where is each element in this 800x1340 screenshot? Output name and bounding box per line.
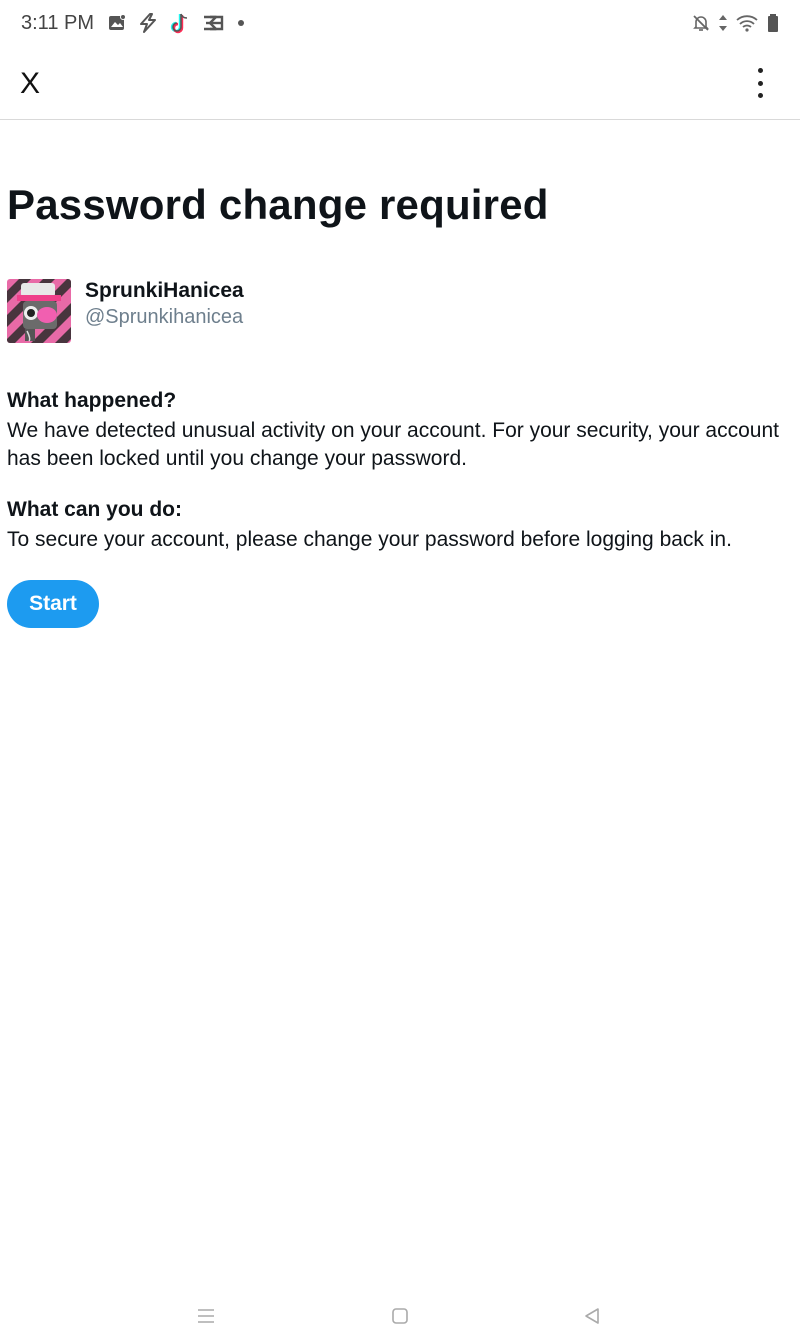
screen: 3:11 PM X Password change required Sprun… <box>0 0 800 1340</box>
capcut-icon <box>202 14 224 32</box>
data-arrows-icon <box>718 14 728 32</box>
page-title: Password change required <box>7 181 549 228</box>
what-to-do-heading: What can you do: <box>7 498 182 521</box>
what-happened-body: We have detected unusual activity on you… <box>7 419 779 470</box>
back-icon[interactable] <box>580 1304 604 1328</box>
what-to-do-section: What can you do: To secure your account,… <box>7 496 793 554</box>
battery-icon <box>766 13 780 33</box>
wifi-icon <box>736 14 758 32</box>
dot-icon <box>236 18 246 28</box>
flash-app-icon <box>138 13 158 33</box>
status-left: 3:11 PM <box>21 12 246 35</box>
account-text: SprunkiHanicea @Sprunkihanicea <box>85 279 244 331</box>
display-name: SprunkiHanicea <box>85 279 244 302</box>
system-nav-bar <box>0 1290 800 1340</box>
what-happened-heading: What happened? <box>7 389 177 412</box>
account-card: SprunkiHanicea @Sprunkihanicea <box>7 279 244 343</box>
account-handle: @Sprunkihanicea <box>85 306 244 328</box>
close-button[interactable]: X <box>20 66 46 102</box>
status-right <box>692 13 780 33</box>
tiktok-icon <box>170 12 190 34</box>
menu-dot <box>757 80 763 86</box>
recents-icon[interactable] <box>194 1304 218 1328</box>
menu-dot <box>757 68 763 73</box>
what-to-do-body: To secure your account, please change yo… <box>7 528 732 551</box>
more-options-icon[interactable] <box>750 68 770 98</box>
top-app-bar: X <box>0 46 800 120</box>
start-button[interactable]: Start <box>7 580 99 628</box>
status-time: 3:11 PM <box>21 11 94 34</box>
home-icon[interactable] <box>388 1304 412 1328</box>
avatar <box>7 279 71 343</box>
notifications-off-icon <box>692 14 710 32</box>
gallery-icon <box>108 14 126 32</box>
status-bar: 3:11 PM <box>0 0 800 46</box>
what-happened-section: What happened? We have detected unusual … <box>7 387 793 473</box>
menu-dot <box>757 93 763 98</box>
